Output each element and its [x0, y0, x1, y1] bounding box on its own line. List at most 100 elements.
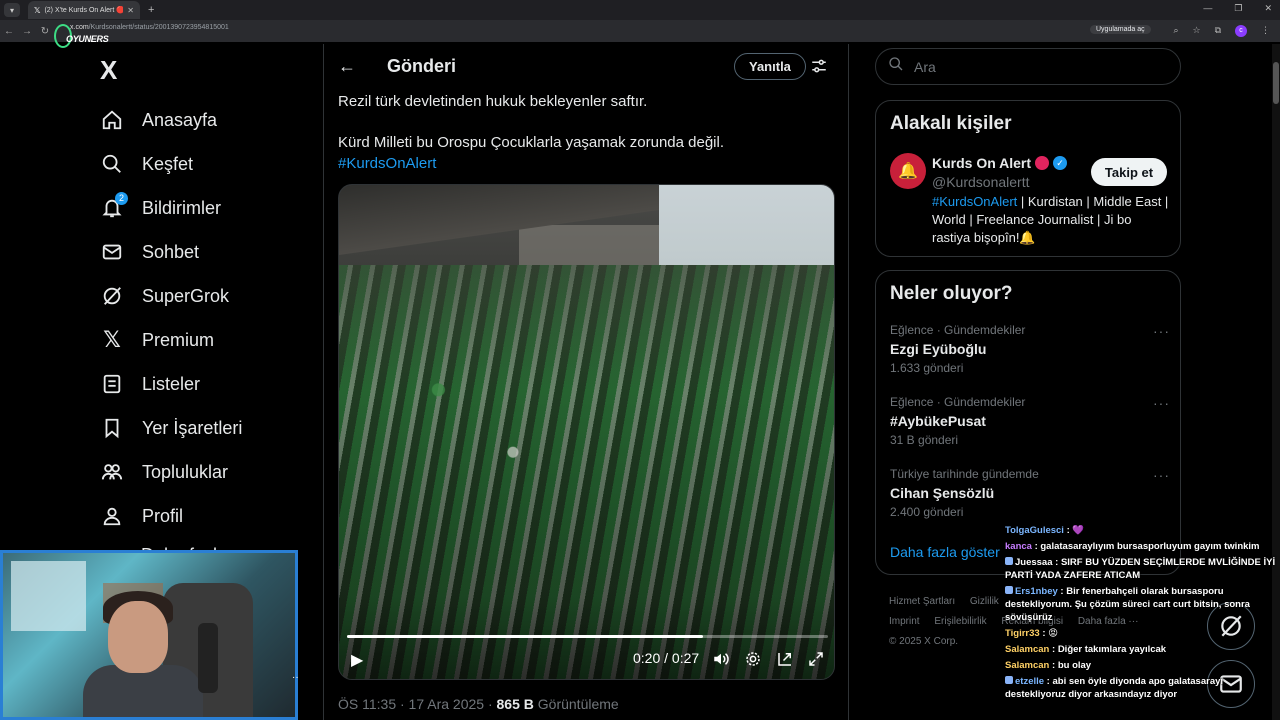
sidebar-item-label: Topluluklar — [142, 461, 229, 482]
streamer-logo: OYUNERS — [52, 22, 109, 52]
person-handle: @Kurdsonalertt — [932, 174, 1030, 190]
profile-avatar-icon[interactable]: c — [1235, 25, 1247, 37]
sidebar-nav: Anasayfa Keşfet 2 Bildirimler Sohbet Sup… — [100, 98, 242, 538]
person-bio: #KurdsOnAlert | Kurdistan | Middle East … — [932, 194, 1169, 245]
chat-message: Juessaa : SIRF BU YÜZDEN SEÇİMLERDE MVLİ… — [1005, 557, 1276, 581]
fullscreen-icon[interactable] — [807, 650, 825, 673]
sidebar-item-bookmarks[interactable]: Yer İşaretleri — [100, 406, 242, 450]
sidebar-item-supergrok[interactable]: SuperGrok — [100, 274, 242, 318]
search-box[interactable] — [875, 48, 1181, 85]
back-icon[interactable]: ← — [0, 26, 18, 37]
trend-item[interactable]: Türkiye tarihinde gündemde Cihan Şensözl… — [890, 467, 1170, 519]
tweet-text: Rezil türk devletinden hukuk bekleyenler… — [338, 91, 828, 174]
more-dots-icon: ·· — [292, 672, 299, 683]
tweet-line: Kürd Milleti bu Orospu Çocuklarla yaşama… — [338, 134, 725, 151]
search-icon — [888, 56, 904, 77]
sidebar-item-label: Premium — [142, 329, 215, 350]
chat-message: Ers1nbey : Bir fenerbahçeli olarak bursa… — [1005, 586, 1250, 623]
trends-title: Neler oluyor? — [890, 283, 1013, 304]
footer-link[interactable]: Imprint — [889, 616, 920, 627]
main-column: ← Gönderi Yanıtla Rezil türk devletinden… — [323, 44, 849, 720]
picture-in-picture-icon[interactable] — [776, 650, 794, 673]
sidebar-item-notifications[interactable]: 2 Bildirimler — [100, 186, 242, 230]
back-arrow-icon[interactable]: ← — [338, 56, 356, 77]
sidebar-item-messages[interactable]: Sohbet — [100, 230, 242, 274]
bookmark-icon — [100, 416, 124, 440]
list-icon — [100, 372, 124, 396]
search-input[interactable] — [914, 58, 1164, 75]
star-icon[interactable]: ☆ — [1192, 25, 1200, 37]
tab-search-icon[interactable]: ▾ — [4, 3, 20, 17]
chat-badge-icon — [1005, 586, 1013, 594]
sidebar-item-explore[interactable]: Keşfet — [100, 142, 242, 186]
video-progress-bar[interactable] — [347, 635, 828, 638]
chat-message: kanca : galatasaraylıyım bursasporluyum … — [1005, 541, 1260, 552]
video-time: 0:20 / 0:27 — [633, 650, 700, 666]
chat-badge-icon — [1005, 557, 1013, 565]
forward-icon[interactable]: → — [18, 26, 36, 37]
volume-icon[interactable] — [712, 650, 730, 673]
sidebar-item-home[interactable]: Anasayfa — [100, 98, 242, 142]
tab-title: (2) X'te Kurds On Alert 🔴 "He — [44, 7, 124, 14]
sidebar-item-label: Bildirimler — [142, 197, 222, 218]
menu-dots-icon[interactable]: ⋮ — [1261, 25, 1270, 37]
show-more-link[interactable]: Daha fazla göster — [890, 544, 1000, 560]
sidebar-item-label: Anasayfa — [142, 109, 218, 130]
tab-close-icon[interactable]: ✕ — [127, 6, 134, 15]
reply-button[interactable]: Yanıtla — [734, 53, 806, 80]
more-options-icon[interactable]: ··· — [1153, 395, 1170, 411]
person-name[interactable]: Kurds On Alert ✓ — [932, 155, 1068, 171]
minimize-icon[interactable]: — — [1203, 3, 1212, 14]
verified-badge-icon: ✓ — [1053, 156, 1068, 170]
browser-tab[interactable]: 𝕏 (2) X'te Kurds On Alert 🔴 "He ✕ — [28, 1, 140, 19]
home-icon — [100, 108, 124, 132]
follow-button[interactable]: Takip et — [1091, 158, 1167, 186]
related-people-card: Alakalı kişiler 🔔 Kurds On Alert ✓ @Kurd… — [875, 100, 1181, 257]
trend-item[interactable]: Eğlence · Gündemdekiler Ezgi Eyüboğlu 1.… — [890, 323, 1170, 375]
zoom-icon[interactable]: ⌕ — [1173, 25, 1178, 37]
browser-tab-bar: ▾ 𝕏 (2) X'te Kurds On Alert 🔴 "He ✕ + — … — [0, 0, 1280, 20]
close-window-icon[interactable]: ✕ — [1264, 3, 1272, 14]
footer-link[interactable]: Hizmet Şartları — [889, 596, 955, 607]
play-icon[interactable]: ▶ — [351, 650, 363, 670]
x-icon: 𝕏 — [103, 327, 121, 352]
notification-badge: 2 — [115, 192, 128, 205]
x-favicon-icon: 𝕏 — [34, 5, 41, 15]
trend-item[interactable]: Eğlence · Gündemdekiler #AybükePusat 31 … — [890, 395, 1170, 447]
sidebar-item-premium[interactable]: 𝕏 Premium — [100, 318, 242, 362]
red-circle-icon — [1035, 156, 1050, 170]
open-in-app-button[interactable]: Uygulamada aç — [1090, 25, 1151, 34]
copyright: © 2025 X Corp. — [889, 636, 959, 647]
sidebar-item-communities[interactable]: Topluluklar — [100, 450, 242, 494]
related-people-title: Alakalı kişiler — [890, 113, 1012, 134]
chat-message: Tigirr33 : 😡 — [1005, 628, 1059, 639]
sidebar-item-lists[interactable]: Listeler — [100, 362, 242, 406]
more-options-icon[interactable]: ··· — [1153, 323, 1170, 339]
settings-gear-icon[interactable] — [744, 650, 762, 673]
tune-icon[interactable] — [810, 57, 828, 80]
bell-icon: 2 — [100, 192, 128, 220]
footer-link[interactable]: Gizlilik — [970, 596, 999, 607]
sidebar-item-label: Keşfet — [142, 153, 194, 174]
footer-link[interactable]: Erişilebilirlik — [934, 616, 986, 627]
stream-chat-overlay: TolgaGulesci : 💜 kanca : galatasaraylıyı… — [1005, 524, 1280, 704]
extensions-icon[interactable]: ⧉ — [1215, 25, 1221, 37]
tweet-meta: ÖS 11:35 · 17 Ara 2025 · 865 B Görüntüle… — [338, 696, 619, 712]
search-icon — [100, 152, 124, 176]
restore-icon[interactable]: ❐ — [1234, 3, 1242, 14]
x-logo-icon[interactable]: X — [100, 55, 117, 86]
grok-icon — [100, 284, 124, 308]
chat-message: TolgaGulesci : 💜 — [1005, 525, 1085, 536]
sidebar-item-label: Profil — [142, 505, 184, 526]
new-tab-icon[interactable]: + — [148, 4, 154, 16]
person-icon — [100, 504, 124, 528]
sidebar-item-label: SuperGrok — [142, 285, 230, 306]
tweet-video[interactable]: ▶ 0:20 / 0:27 — [338, 184, 835, 680]
address-bar: ← → ↻ x.com/Kurdsonalertt/status/2001390… — [0, 20, 1280, 42]
avatar[interactable]: 🔔 — [890, 153, 926, 189]
bio-hashtag-link[interactable]: #KurdsOnAlert — [932, 194, 1017, 209]
hashtag-link[interactable]: #KurdsOnAlert — [338, 155, 436, 172]
more-options-icon[interactable]: ··· — [1153, 467, 1170, 483]
chat-message: Salamcan : Diğer takımlara yayılcak — [1005, 644, 1167, 655]
sidebar-item-profile[interactable]: Profil — [100, 494, 242, 538]
